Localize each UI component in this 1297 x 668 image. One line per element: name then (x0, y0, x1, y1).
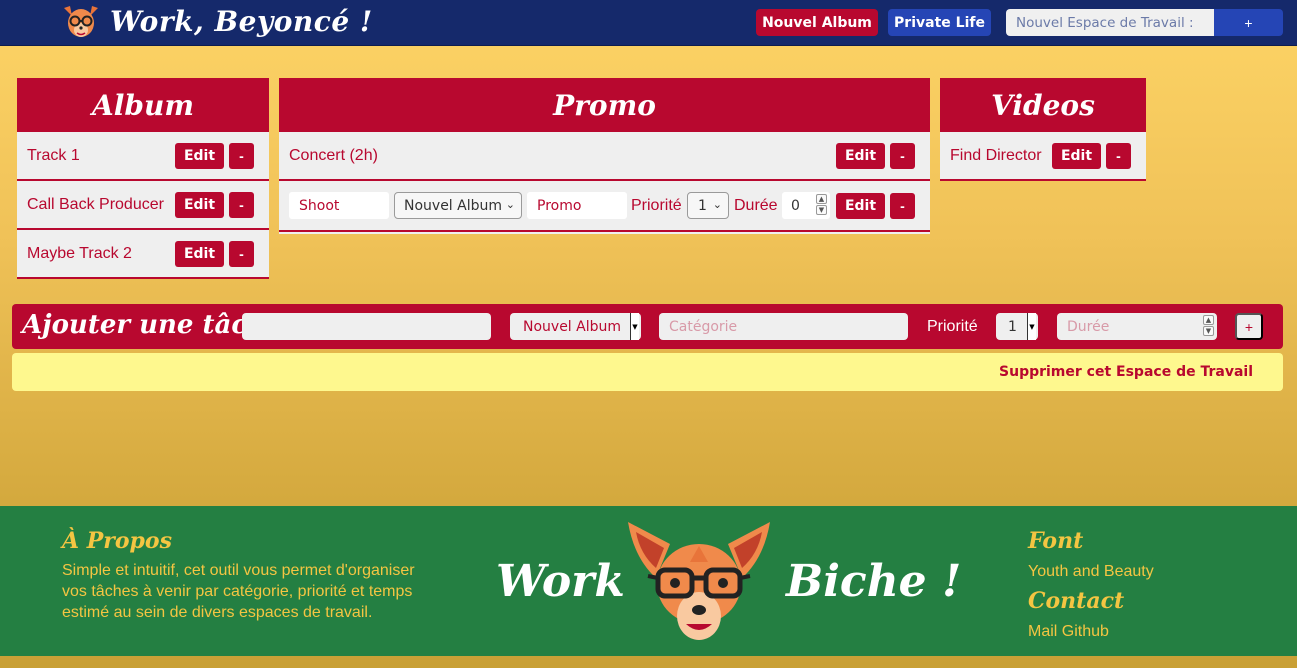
font-value: Youth and Beauty (1028, 563, 1154, 580)
delete-task-button[interactable]: - (229, 143, 254, 169)
task-row: Track 1 Edit - (17, 132, 269, 181)
footer-brand-right: Biche ! (786, 556, 962, 607)
caret-down-icon: ▼ (1027, 313, 1036, 340)
about-text: Simple et intuitif, cet outil vous perme… (62, 562, 415, 621)
task-label: Track 1 (27, 146, 80, 164)
card-title: Album (17, 78, 269, 132)
priority-select[interactable]: 1 ▼ (996, 313, 1038, 340)
category-card-album: Album Track 1 Edit - Call Back Producer … (17, 78, 269, 279)
task-name-input[interactable] (242, 313, 491, 340)
edit-button[interactable]: Edit (836, 193, 885, 219)
workspace-select[interactable]: Nouvel Album ⌄ (394, 192, 522, 219)
add-task-bar: Ajouter une tâche : Nouvel Album ▼ Catég… (12, 304, 1283, 349)
card-title: Promo (279, 78, 930, 132)
edit-button[interactable]: Edit (175, 241, 224, 267)
priority-select-value: 1 (698, 197, 707, 214)
duration-label: Durée (734, 197, 778, 214)
category-card-videos: Videos Find Director Edit - (940, 78, 1146, 181)
edit-button[interactable]: Edit (175, 192, 224, 218)
task-name-field[interactable]: Shoot (289, 192, 389, 219)
top-navbar: Work, Beyoncé ! Nouvel Album Private Lif… (0, 0, 1297, 46)
duration-value: 0 (791, 197, 800, 214)
new-workspace-input[interactable] (1006, 9, 1214, 36)
card-title: Videos (940, 78, 1146, 132)
workspace-select-value: Nouvel Album (404, 197, 503, 214)
edit-button[interactable]: Edit (836, 143, 885, 169)
priority-label: Priorité (927, 318, 978, 335)
deer-logo-icon (64, 6, 98, 37)
delete-workspace-link[interactable]: Supprimer cet Espace de Travail (999, 364, 1253, 380)
task-edit-row: Shoot Nouvel Album ⌄ Promo Priorité 1 ⌄ … (279, 181, 930, 232)
task-row: Maybe Track 2 Edit - (17, 230, 269, 279)
priority-select-value: 1 (1008, 318, 1017, 335)
task-label: Concert (2h) (289, 146, 378, 164)
delete-task-button[interactable]: - (890, 143, 915, 169)
category-input[interactable]: Catégorie (659, 313, 908, 340)
edit-button[interactable]: Edit (1052, 143, 1101, 169)
add-task-button[interactable]: + (1235, 313, 1263, 340)
spin-down-icon[interactable]: ▼ (1203, 326, 1214, 336)
contact-title: Contact (1028, 588, 1125, 614)
footer-brand-left: Work (496, 556, 625, 607)
task-row: Call Back Producer Edit - (17, 181, 269, 230)
task-row: Concert (2h) Edit - (279, 132, 930, 181)
delete-workspace-bar: Supprimer cet Espace de Travail (12, 353, 1283, 391)
priority-label: Priorité (631, 197, 682, 214)
chevron-down-icon: ⌄ (505, 198, 515, 211)
spin-up-icon[interactable]: ▲ (1203, 315, 1214, 325)
delete-task-button[interactable]: - (229, 241, 254, 267)
brand[interactable]: Work, Beyoncé ! (60, 2, 373, 40)
private-life-button[interactable]: Private Life (888, 9, 991, 36)
delete-task-button[interactable]: - (890, 193, 915, 219)
spin-down-icon[interactable]: ▼ (816, 205, 827, 215)
category-field[interactable]: Promo (527, 192, 627, 219)
delete-task-button[interactable]: - (229, 192, 254, 218)
deer-logo-icon (628, 522, 770, 640)
footer: À Propos Simple et intuitif, cet outil v… (0, 506, 1297, 656)
app-title: Work, Beyoncé ! (110, 4, 373, 38)
font-title: Font (1028, 528, 1084, 554)
delete-task-button[interactable]: - (1106, 143, 1131, 169)
caret-down-icon: ▼ (630, 313, 639, 340)
task-label: Find Director (950, 146, 1042, 164)
spinner[interactable]: ▲ ▼ (816, 194, 827, 215)
spin-up-icon[interactable]: ▲ (816, 194, 827, 204)
task-label: Call Back Producer (27, 195, 164, 213)
new-album-button[interactable]: Nouvel Album (756, 9, 878, 36)
contact-links[interactable]: Mail Github (1028, 621, 1109, 642)
workspace-select-value: Nouvel Album (523, 318, 622, 335)
about-title: À Propos (62, 528, 172, 554)
workspace-select[interactable]: Nouvel Album ▼ (510, 313, 641, 340)
add-workspace-button[interactable]: + (1214, 9, 1283, 36)
edit-button[interactable]: Edit (175, 143, 224, 169)
task-row: Find Director Edit - (940, 132, 1146, 181)
task-label: Maybe Track 2 (27, 244, 132, 262)
duration-stepper[interactable]: 0 ▲ ▼ (782, 192, 830, 219)
priority-select[interactable]: 1 ⌄ (687, 192, 729, 219)
chevron-down-icon: ⌄ (712, 198, 722, 211)
duration-placeholder: Durée (1067, 318, 1110, 335)
spinner[interactable]: ▲ ▼ (1203, 315, 1214, 336)
duration-input[interactable]: Durée ▲ ▼ (1057, 313, 1217, 340)
category-card-promo: Promo Concert (2h) Edit - Shoot Nouvel A… (279, 78, 930, 234)
